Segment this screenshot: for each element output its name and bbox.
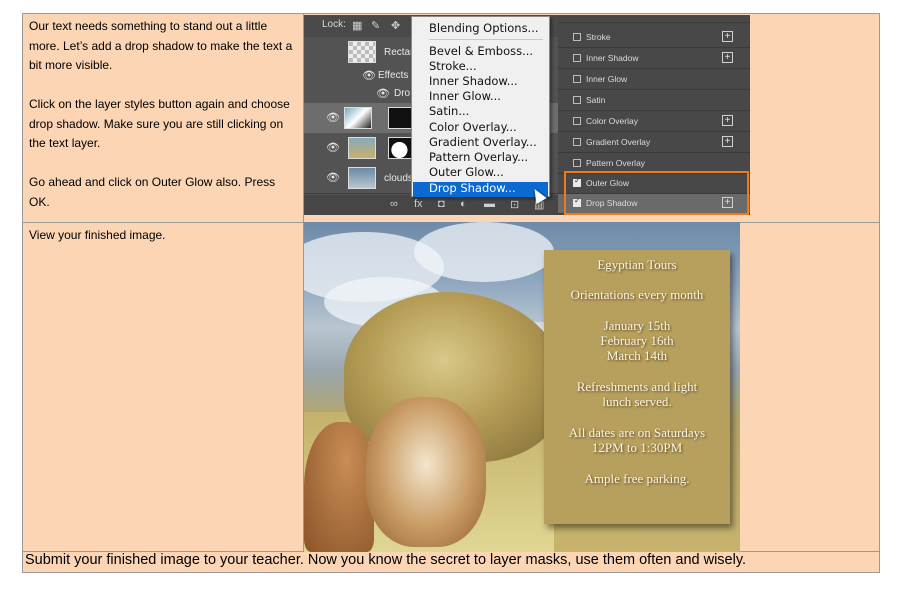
effect-name: Dro: [394, 88, 411, 99]
layers-panel-screenshot: Lock: ▦ ✎ ✥ Rectan 👁 Effects 👁 Dro 👁 👁 👁…: [304, 15, 568, 215]
eye-icon: 👁: [326, 142, 340, 154]
poster-title: Egyptian Tours: [597, 257, 677, 272]
poster-line: February 16th: [600, 333, 674, 348]
highlight-box: [564, 171, 749, 215]
layer-thumbnail: [348, 137, 376, 159]
row2-instructions: View your finished image.: [29, 228, 166, 242]
menu-item-blending-options[interactable]: Blending Options...: [429, 21, 539, 35]
checkbox[interactable]: [573, 75, 581, 83]
eye-icon: 👁: [326, 112, 340, 124]
instruction-paragraph-1: Our text needs something to stand out a …: [29, 19, 293, 72]
instruction-paragraph-3: Go ahead and click on Outer Glow also. P…: [29, 175, 276, 209]
plus-icon[interactable]: +: [722, 115, 733, 126]
poster-line: Ample free parking.: [584, 471, 690, 486]
lock-label: Lock:: [322, 19, 346, 30]
menu-item-stroke[interactable]: Stroke...: [429, 59, 477, 73]
move-icon: ✥: [391, 20, 401, 32]
finished-poster-image: Egyptian Tours Orientations every month …: [304, 222, 740, 552]
style-row-satin[interactable]: Satin: [558, 91, 750, 111]
link-icon[interactable]: ∞: [390, 198, 398, 210]
footer-instruction: Submit your finished image to your teach…: [25, 552, 747, 568]
poster-line: Refreshments and light: [576, 379, 698, 394]
cloud: [414, 222, 554, 282]
checkbox[interactable]: [573, 138, 581, 146]
menu-item-inner-glow[interactable]: Inner Glow...: [429, 89, 501, 103]
menu-item-gradient-overlay[interactable]: Gradient Overlay...: [429, 135, 537, 149]
group-icon[interactable]: ▬: [484, 198, 495, 210]
layers-bottom-bar: ∞ fx ◘ ◐ ▬ ⊡ ▥: [304, 195, 568, 215]
poster-line: January 15th: [603, 318, 671, 333]
menu-item-inner-shadow[interactable]: Inner Shadow...: [429, 74, 518, 88]
style-row-partial: [558, 15, 750, 23]
plus-icon[interactable]: +: [722, 52, 733, 63]
poster-line: lunch served.: [602, 394, 672, 409]
poster-line: Orientations every month: [570, 287, 704, 302]
style-row-inner-glow[interactable]: Inner Glow: [558, 70, 750, 90]
adjustment-icon[interactable]: ◐: [460, 198, 467, 210]
menu-item-pattern-overlay[interactable]: Pattern Overlay...: [429, 150, 528, 164]
checkbox[interactable]: [573, 117, 581, 125]
style-row-stroke[interactable]: Stroke +: [558, 28, 750, 48]
layer-thumbnail: [348, 167, 376, 189]
camel-left: [304, 422, 374, 552]
style-label: Inner Glow: [586, 74, 628, 84]
layer-thumbnail: [344, 107, 372, 129]
menu-item-drop-shadow[interactable]: Drop Shadow...: [429, 181, 516, 195]
menu-item-color-overlay[interactable]: Color Overlay...: [429, 120, 517, 134]
brush-icon: ✎: [371, 20, 381, 32]
plus-icon[interactable]: +: [722, 136, 733, 147]
new-layer-icon[interactable]: ⊡: [510, 198, 519, 211]
style-label: Inner Shadow: [586, 53, 639, 63]
checkbox[interactable]: [573, 54, 581, 62]
style-row-color-overlay[interactable]: Color Overlay +: [558, 112, 750, 132]
style-row-gradient-overlay[interactable]: Gradient Overlay +: [558, 133, 750, 153]
menu-item-satin[interactable]: Satin...: [429, 104, 469, 118]
poster-line: 12PM to 1:30PM: [591, 440, 683, 455]
layer-thumbnail: [348, 41, 376, 63]
layer-name: clouds: [384, 173, 413, 184]
style-row-inner-shadow[interactable]: Inner Shadow +: [558, 49, 750, 69]
style-label: Pattern Overlay: [586, 158, 646, 168]
mask-icon[interactable]: ◘: [438, 198, 445, 210]
tour-info-board: Egyptian Tours Orientations every month …: [544, 250, 730, 524]
lock-pixels-icon: ▦: [352, 20, 363, 32]
menu-item-bevel-emboss[interactable]: Bevel & Emboss...: [429, 44, 533, 58]
eye-icon: 👁: [376, 88, 390, 100]
style-label: Gradient Overlay: [586, 137, 651, 147]
camel: [366, 397, 486, 547]
eye-icon: 👁: [326, 172, 340, 184]
style-label: Color Overlay: [586, 116, 638, 126]
menu-item-outer-glow[interactable]: Outer Glow...: [429, 165, 504, 179]
style-label: Satin: [586, 95, 606, 105]
instruction-table: Our text needs something to stand out a …: [22, 13, 880, 573]
layer-style-menu: Blending Options... Bevel & Emboss... St…: [411, 16, 550, 197]
plus-icon[interactable]: +: [722, 31, 733, 42]
poster-line: March 14th: [606, 348, 668, 363]
menu-separator: [429, 39, 543, 40]
style-label: Stroke: [586, 32, 611, 42]
effects-label: Effects: [378, 70, 409, 81]
row1-instructions: Our text needs something to stand out a …: [29, 17, 295, 212]
poster-line: All dates are on Saturdays: [568, 425, 706, 440]
instruction-paragraph-2: Click on the layer styles button again a…: [29, 97, 290, 150]
checkbox[interactable]: [573, 159, 581, 167]
checkbox[interactable]: [573, 33, 581, 41]
eye-icon: 👁: [362, 70, 376, 82]
fx-icon[interactable]: fx: [414, 198, 423, 210]
checkbox[interactable]: [573, 96, 581, 104]
